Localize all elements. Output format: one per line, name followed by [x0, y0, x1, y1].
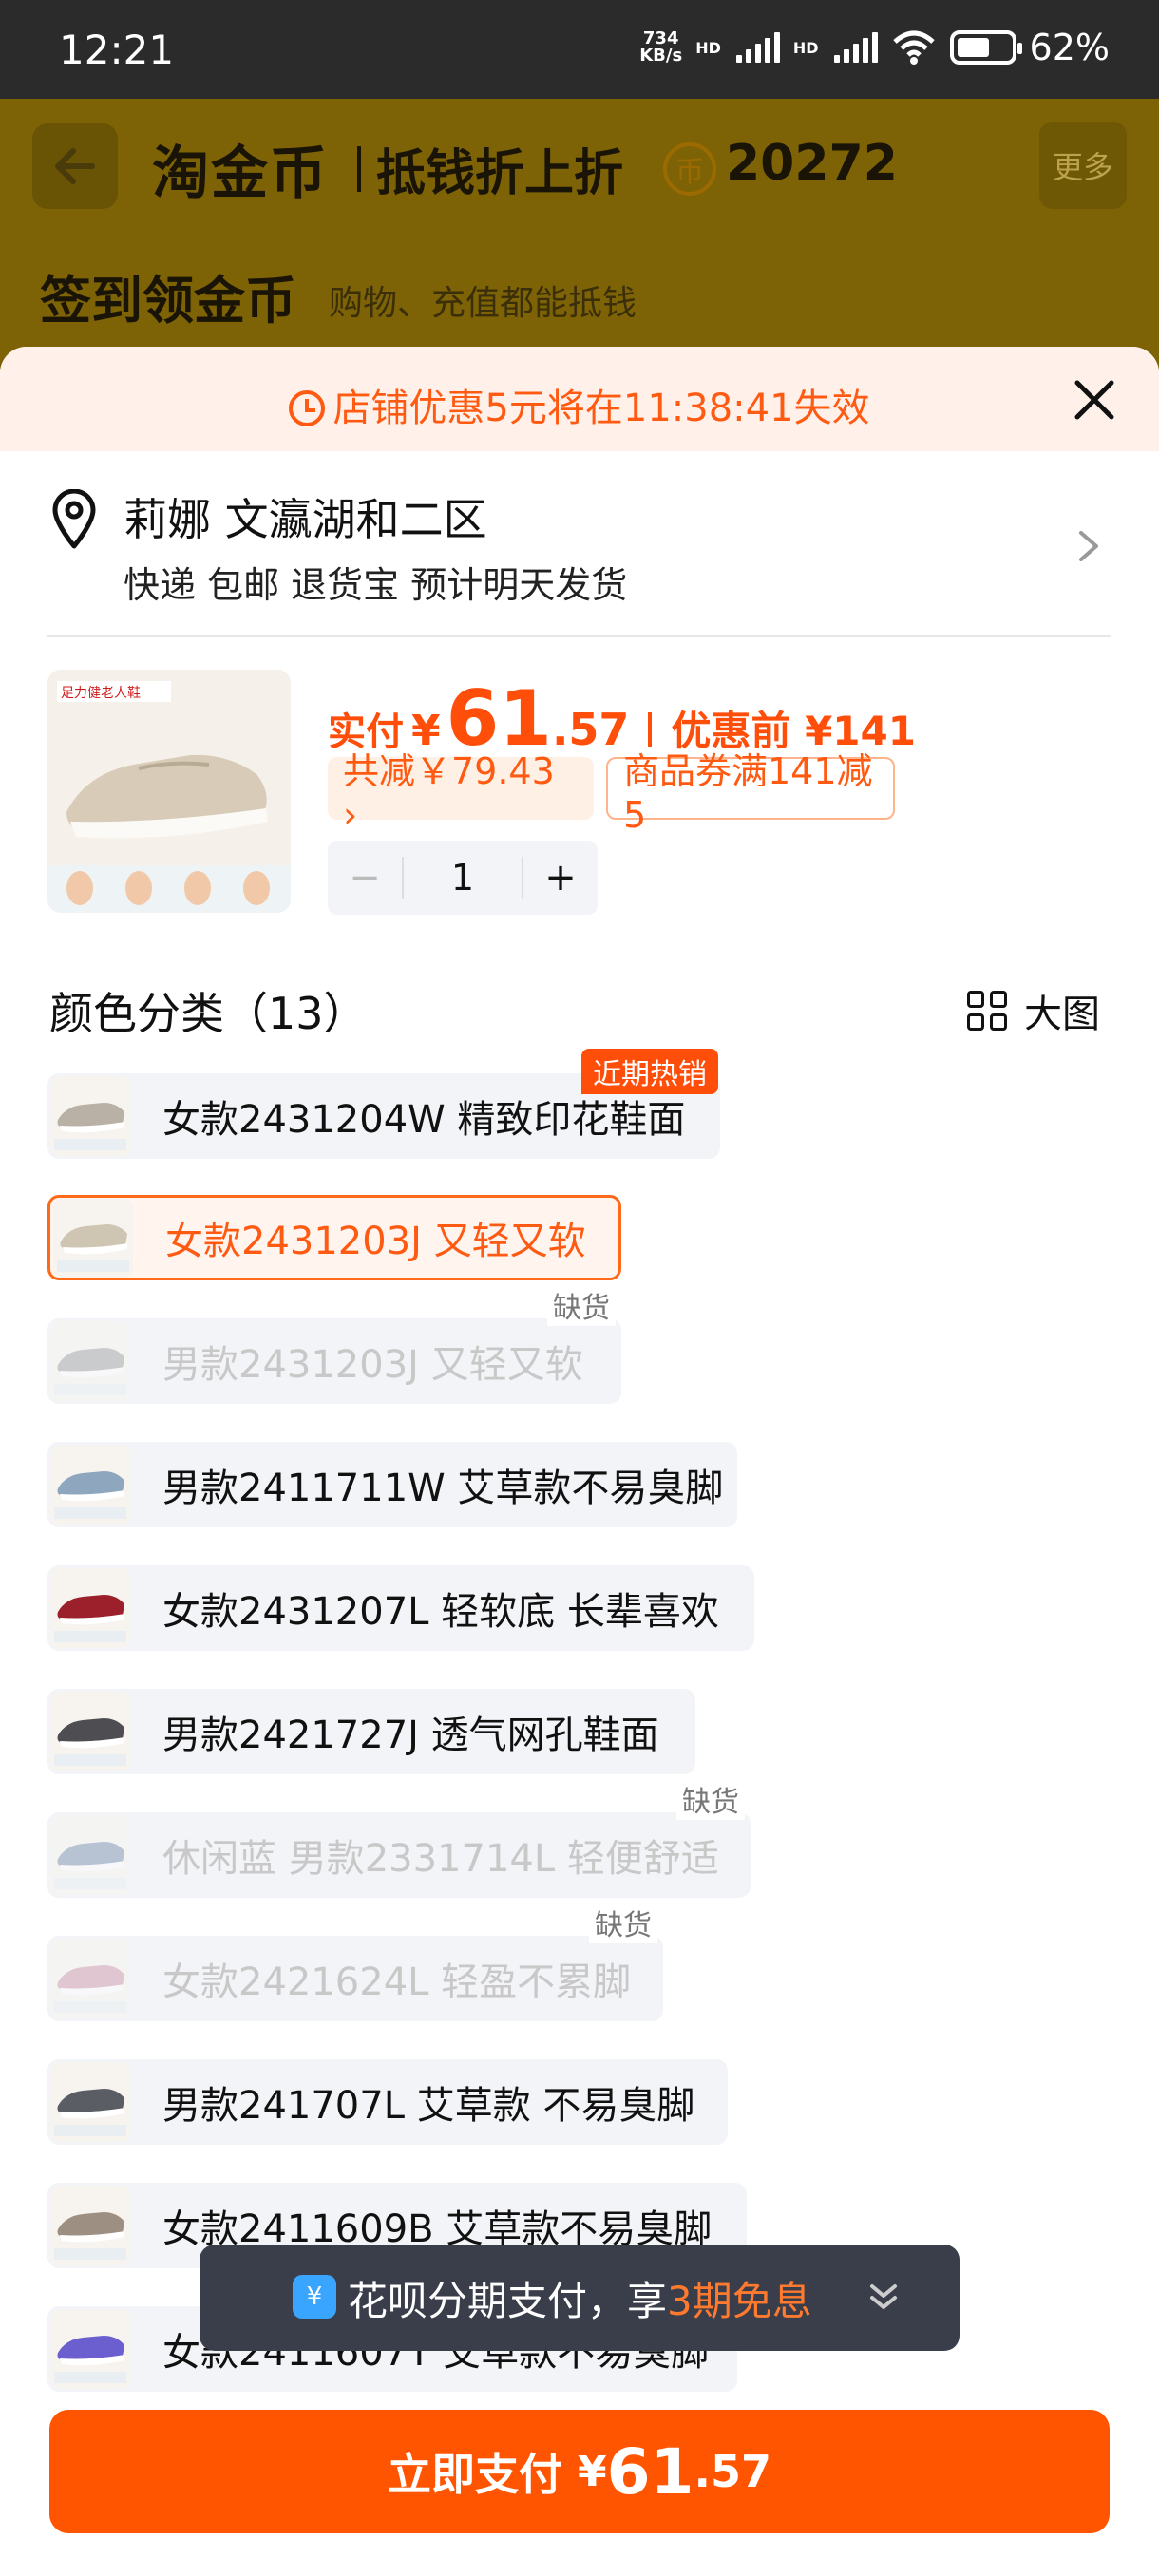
variant-thumbnail [50, 1815, 130, 1895]
variant-option: 男款2431203J 又轻又软 缺货 [48, 1284, 621, 1404]
color-category-title: 颜色分类（13） [49, 988, 368, 1039]
decrease-button[interactable]: − [328, 856, 402, 900]
status-time: 12:21 [59, 27, 175, 73]
toast-text: 花呗分期支付，享 [348, 2277, 668, 2324]
total-saving-tag[interactable]: 共减￥79.43 › [328, 750, 594, 836]
signal-icon-1 [735, 32, 780, 63]
taojinbi-logo: 淘金币 [152, 141, 329, 207]
wifi-icon [892, 30, 935, 65]
variant-label: 休闲蓝 男款2331714L 轻便舒适 [162, 1837, 719, 1881]
logo-divider [357, 146, 361, 192]
variant-option[interactable]: 女款2431207L 轻软底 长辈喜欢 [48, 1565, 754, 1651]
variant-label: 男款241707L 艾草款 不易臭脚 [162, 2084, 695, 2128]
status-icons: 734 KB/s HD HD 62% [639, 27, 1110, 68]
variant-thumbnail [50, 1321, 130, 1401]
variant-label: 女款2421624L 轻盈不累脚 [162, 1960, 632, 2004]
huabei-installment-toast[interactable]: ¥ 花呗分期支付，享3期免息 [200, 2245, 960, 2351]
more-button[interactable]: 更多 [1039, 122, 1127, 209]
coupon-tag: 商品券满141减5 [606, 750, 895, 836]
pay-amount-integer: 61 [606, 2434, 694, 2509]
hot-sale-badge: 近期热销 [581, 1049, 718, 1094]
variant-thumbnail [50, 1939, 130, 2018]
quantity-value[interactable]: 1 [402, 857, 523, 899]
promo-banner: 店铺优惠5元将在11:38:41失效 [0, 347, 1159, 451]
arrow-left-icon [55, 148, 95, 184]
promo-text: 店铺优惠5元将在11:38:41失效 [332, 387, 870, 430]
variant-thumbnail [50, 2062, 130, 2142]
out-of-stock-badge: 缺货 [676, 1778, 745, 1820]
hd-label-2: HD [792, 38, 819, 57]
shoe-image: 足力健老人鞋 [48, 670, 291, 913]
variant-thumbnail [50, 1076, 130, 1156]
big-view-toggle[interactable]: 大图 [967, 983, 1100, 1038]
variant-label: 女款2431204W 精致印花鞋面 [162, 1098, 686, 1142]
variant-label: 女款2431203J 又轻又软 [165, 1220, 586, 1263]
variant-thumbnail [50, 1692, 130, 1771]
pay-currency: ¥ [578, 2447, 607, 2496]
network-speed: 734 KB/s [639, 28, 683, 66]
purchase-sheet: 店铺优惠5元将在11:38:41失效 莉娜 文瀛湖和二区 快递 包邮 退货宝 预… [0, 347, 1159, 2576]
brand-label: 足力健老人鞋 [61, 686, 141, 701]
increase-button[interactable]: + [523, 856, 598, 900]
big-view-label: 大图 [1024, 993, 1100, 1036]
location-pin-icon [52, 489, 96, 549]
signal-icon-2 [833, 32, 878, 63]
variant-label: 男款2421727J 透气网孔鞋面 [162, 1714, 659, 1757]
coin-balance: 20272 [726, 135, 898, 192]
variant-label: 女款2431207L 轻软底 长辈喜欢 [162, 1590, 719, 1634]
variant-option[interactable]: 女款2431204W 精致印花鞋面 近期热销 [48, 1049, 720, 1159]
quantity-stepper: − 1 + [328, 841, 598, 915]
checkin-subtitle: 购物、充值都能抵钱 [329, 284, 637, 323]
variant-thumbnail [50, 1568, 130, 1648]
address-name: 莉娜 文瀛湖和二区 [124, 494, 487, 545]
variant-option: 休闲蓝 男款2331714L 轻便舒适 缺货 [48, 1778, 750, 1898]
product-image[interactable]: 足力健老人鞋 [48, 670, 291, 913]
background-page-header: 淘金币 抵钱折上折 币 20272 更多 签到领金币 购物、充值都能抵钱 [0, 99, 1159, 384]
status-bar: 12:21 734 KB/s HD HD 62% [0, 0, 1159, 99]
checkin-title: 签到领金币 [40, 271, 296, 331]
battery-percent: 62% [1029, 27, 1110, 68]
variant-option: 女款2421624L 轻盈不累脚 缺货 [48, 1902, 663, 2021]
variant-option[interactable]: 女款2431203J 又轻又软 [48, 1195, 621, 1280]
variant-thumbnail [50, 1445, 130, 1525]
divider [48, 635, 1112, 637]
chevron-right-icon [1079, 531, 1098, 561]
double-chevron-down-icon [870, 2284, 897, 2309]
variant-thumbnail [50, 2309, 130, 2389]
pay-amount-decimal: .57 [694, 2446, 771, 2497]
toast-highlight: 3期免息 [667, 2277, 812, 2324]
clock-icon [289, 390, 326, 426]
coin-icon: 币 [663, 142, 716, 196]
header-slogan: 抵钱折上折 [376, 145, 624, 202]
address-row[interactable]: 莉娜 文瀛湖和二区 快递 包邮 退货宝 预计明天发货 [0, 451, 1159, 632]
battery-icon [949, 30, 1022, 65]
grid-icon [967, 991, 1007, 1031]
out-of-stock-badge: 缺货 [589, 1902, 657, 1943]
variant-option[interactable]: 男款2411711W 艾草款不易臭脚 [48, 1442, 737, 1527]
pay-now-button[interactable]: 立即支付 ¥61.57 [49, 2410, 1110, 2533]
variant-thumbnail [50, 2186, 130, 2265]
variant-label: 男款2431203J 又轻又软 [162, 1343, 583, 1387]
pay-label: 立即支付 [388, 2449, 562, 2500]
variant-thumbnail [53, 1198, 133, 1278]
out-of-stock-badge: 缺货 [547, 1284, 616, 1326]
close-icon[interactable] [1068, 373, 1121, 426]
variant-option[interactable]: 男款2421727J 透气网孔鞋面 [48, 1689, 695, 1774]
delivery-info: 快递 包邮 退货宝 预计明天发货 [124, 564, 628, 606]
variant-label: 男款2411711W 艾草款不易臭脚 [162, 1467, 724, 1510]
huabei-icon: ¥ [293, 2275, 336, 2319]
back-button[interactable] [32, 123, 118, 209]
variant-option[interactable]: 男款241707L 艾草款 不易臭脚 [48, 2059, 728, 2145]
hd-label-1: HD [695, 38, 721, 57]
